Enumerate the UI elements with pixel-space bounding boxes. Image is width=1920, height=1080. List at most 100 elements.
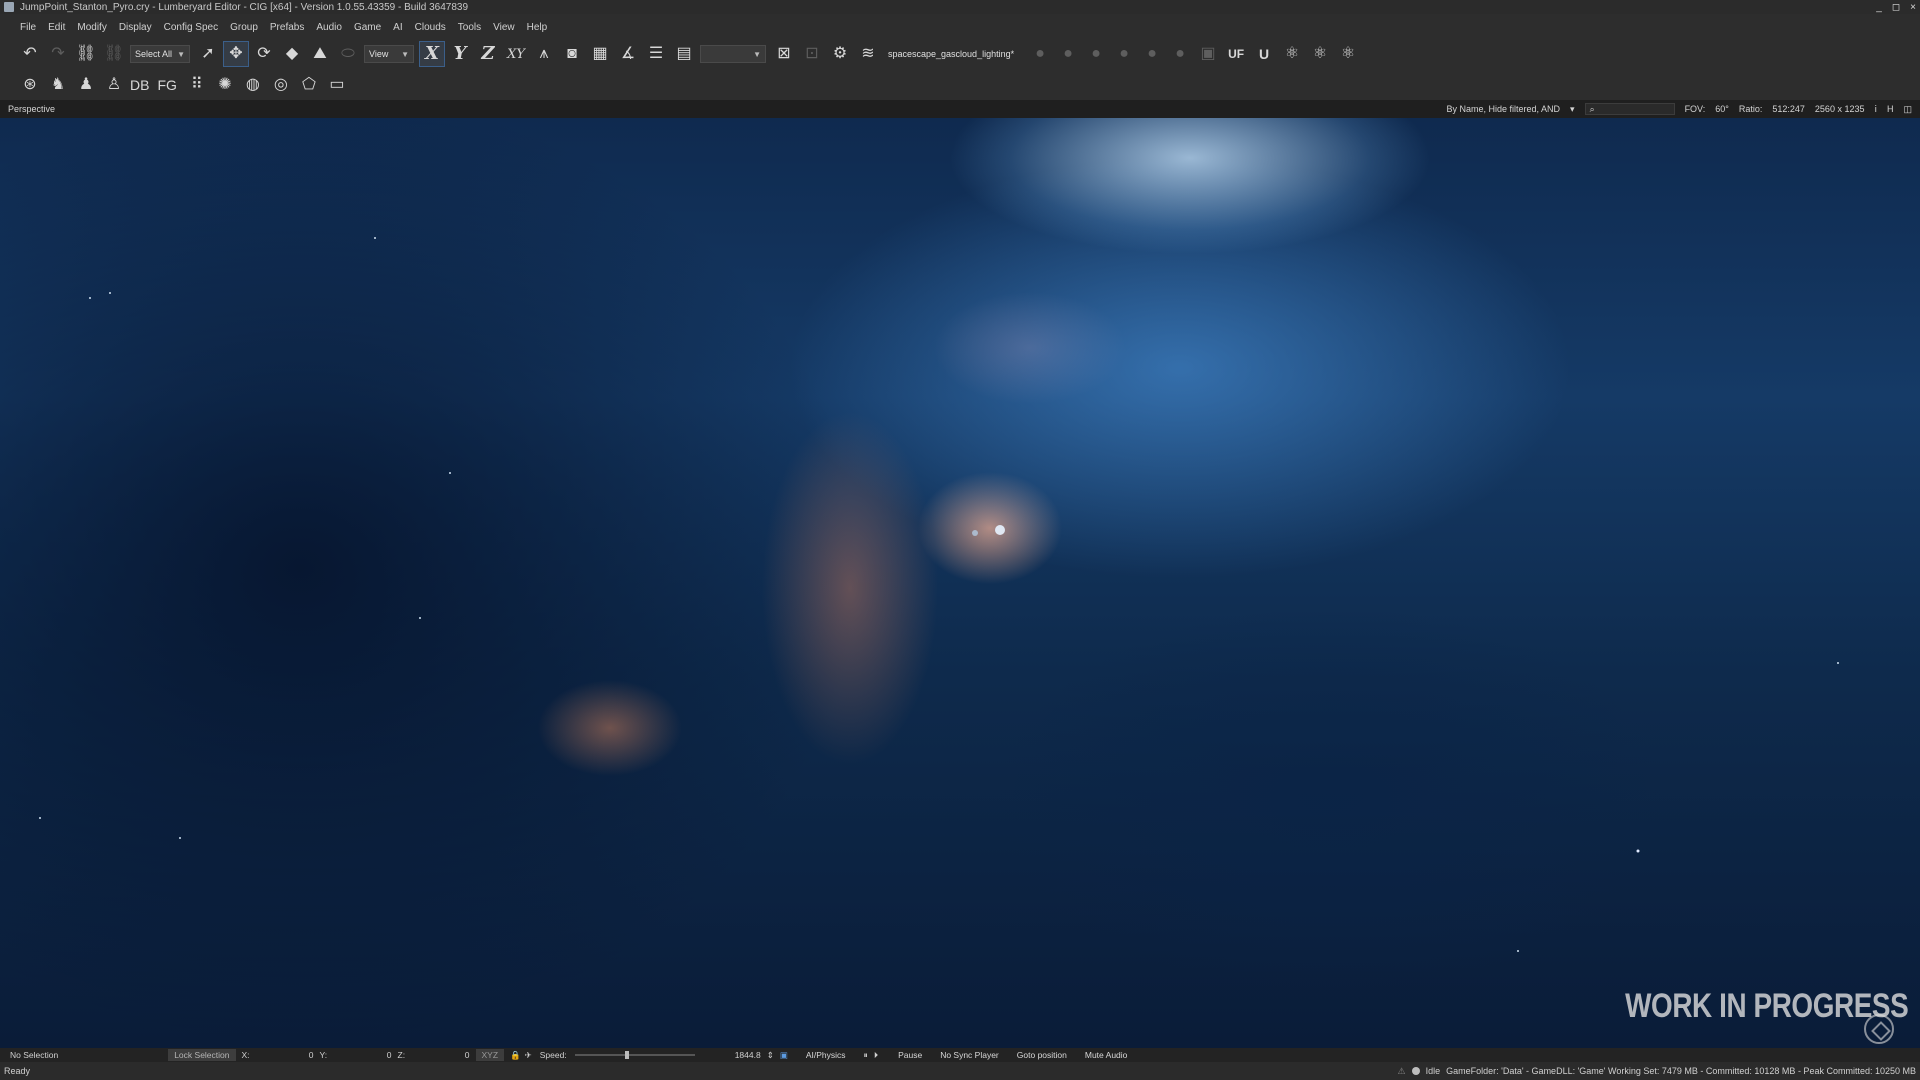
menu-edit[interactable]: Edit xyxy=(48,22,65,33)
axis-xy-button[interactable]: XY xyxy=(504,42,528,66)
link-icon[interactable]: ⛓ xyxy=(74,42,98,66)
redo-icon[interactable]: ↷ xyxy=(46,42,70,66)
goto-position-button[interactable]: Goto position xyxy=(1011,1049,1073,1061)
menu-display[interactable]: Display xyxy=(119,22,152,33)
chevron-down-icon[interactable]: ▾ xyxy=(1570,104,1575,115)
pause-icon[interactable]: ⏸ xyxy=(864,1050,868,1061)
brush-icon-3[interactable]: ● xyxy=(1084,42,1108,66)
align-icon[interactable]: ☰ xyxy=(644,42,668,66)
xyz-button[interactable]: XYZ xyxy=(475,1049,505,1061)
atom-icon-1[interactable]: ⚛ xyxy=(1280,42,1304,66)
person-icon[interactable]: ♙ xyxy=(102,73,126,97)
rotate-icon[interactable]: ⟳ xyxy=(252,42,276,66)
speed-slider-thumb[interactable] xyxy=(625,1051,630,1059)
ratio-value[interactable]: 512:247 xyxy=(1772,104,1805,114)
menu-clouds[interactable]: Clouds xyxy=(415,22,446,33)
3d-viewport[interactable]: WORK IN PROGRESS xyxy=(0,118,1920,1048)
lock-icon[interactable]: 🔒 xyxy=(510,1050,521,1061)
z-value[interactable]: 0 xyxy=(465,1050,470,1060)
layer-filter-select[interactable]: ▼ xyxy=(700,45,766,63)
walk-icon[interactable]: ♟ xyxy=(74,73,98,97)
select-arrow-icon[interactable]: ➚ xyxy=(196,42,220,66)
maximize-viewport-icon[interactable]: ◫ xyxy=(1903,104,1912,115)
globe-icon[interactable]: ◍ xyxy=(241,73,265,97)
brush-icon-6[interactable]: ● xyxy=(1168,42,1192,66)
speed-value[interactable]: 1844.8 xyxy=(735,1050,761,1060)
speed-slider[interactable] xyxy=(574,1051,695,1059)
brush-icon-1[interactable]: ● xyxy=(1028,42,1052,66)
db-button[interactable]: DB xyxy=(130,77,149,93)
menu-prefabs[interactable]: Prefabs xyxy=(270,22,304,33)
minimize-button[interactable]: _ xyxy=(1876,2,1882,13)
axis-y-button[interactable]: Y xyxy=(448,42,472,66)
z-coordinate-field[interactable]: Z: 0 xyxy=(398,1050,476,1060)
menu-ai[interactable]: AI xyxy=(393,22,402,33)
object-snap-icon[interactable]: ⬭ xyxy=(336,42,360,66)
resolution-value[interactable]: 2560 x 1235 xyxy=(1815,104,1865,114)
axis-x-button[interactable]: X xyxy=(419,41,445,67)
lock-selection-button[interactable]: Lock Selection xyxy=(168,1049,236,1061)
layers-icon[interactable]: ≋ xyxy=(856,42,880,66)
x-coordinate-field[interactable]: X: 0 xyxy=(242,1050,320,1060)
grid-icon[interactable]: ▦ xyxy=(588,42,612,66)
menu-group[interactable]: Group xyxy=(230,22,258,33)
brush-icon-4[interactable]: ● xyxy=(1112,42,1136,66)
menu-help[interactable]: Help xyxy=(527,22,548,33)
material-icon[interactable]: ▣ xyxy=(1196,42,1220,66)
uf-button[interactable]: UF xyxy=(1224,42,1248,66)
warning-icon[interactable]: ⚠ xyxy=(1398,1066,1406,1077)
layer-lock-icon[interactable]: ⊡ xyxy=(800,42,824,66)
list-icon[interactable]: ▤ xyxy=(672,42,696,66)
maximize-button[interactable]: ◻ xyxy=(1892,2,1900,13)
target-icon[interactable]: ◎ xyxy=(269,73,293,97)
filter-mode-label[interactable]: By Name, Hide filtered, AND xyxy=(1446,104,1560,114)
sv-icon[interactable]: ⬠ xyxy=(297,73,321,97)
y-coordinate-field[interactable]: Y: 0 xyxy=(320,1050,398,1060)
speed-spinner-icon[interactable]: ⇕ xyxy=(767,1050,774,1061)
mute-audio-button[interactable]: Mute Audio xyxy=(1079,1049,1134,1061)
terrain-snap-icon[interactable]: ⛰ xyxy=(308,42,332,66)
step-icon[interactable]: ⏵ xyxy=(874,1050,878,1061)
menu-config-spec[interactable]: Config Spec xyxy=(164,22,218,33)
close-button[interactable]: × xyxy=(1910,2,1916,13)
fg-button[interactable]: FG xyxy=(157,77,176,93)
fov-value[interactable]: 60° xyxy=(1715,104,1729,114)
menu-tools[interactable]: Tools xyxy=(458,22,481,33)
lifebuoy-icon[interactable]: ⊛ xyxy=(18,73,42,97)
atom-icon-2[interactable]: ⚛ xyxy=(1308,42,1332,66)
camera-speed-icon[interactable]: ✈ xyxy=(525,1050,532,1061)
y-value[interactable]: 0 xyxy=(387,1050,392,1060)
scale-icon[interactable]: ◆ xyxy=(280,42,304,66)
menu-game[interactable]: Game xyxy=(354,22,381,33)
brush-icon-2[interactable]: ● xyxy=(1056,42,1080,66)
reference-coord-select[interactable]: View ▼ xyxy=(364,45,414,63)
undo-icon[interactable]: ↶ xyxy=(18,42,42,66)
grid-dots-icon[interactable]: ⠿ xyxy=(185,73,209,97)
brush-icon-5[interactable]: ● xyxy=(1140,42,1164,66)
menu-modify[interactable]: Modify xyxy=(77,22,106,33)
viewport-mode-label[interactable]: Perspective xyxy=(8,104,55,114)
info-icon[interactable]: ⅰ xyxy=(1874,104,1877,115)
unlink-icon[interactable]: ⛓ xyxy=(102,42,126,66)
menu-audio[interactable]: Audio xyxy=(316,22,342,33)
viewport-search-input[interactable]: ⌕ xyxy=(1584,103,1675,115)
windows-icon[interactable]: ▭ xyxy=(325,73,349,97)
current-layer-label[interactable]: spacescape_gascloud_lighting* xyxy=(888,49,1014,59)
mfx-icon[interactable]: ✺ xyxy=(213,73,237,97)
axis-z-button[interactable]: Z xyxy=(476,42,500,66)
hud-icon[interactable]: H xyxy=(1887,104,1894,114)
pause-button[interactable]: Pause xyxy=(892,1049,928,1061)
angle-snap-icon[interactable]: ∡ xyxy=(616,42,640,66)
menu-file[interactable]: File xyxy=(20,22,36,33)
layer-properties-icon[interactable]: ⊠ xyxy=(772,42,796,66)
monitor-icon[interactable]: ▣ xyxy=(780,1050,788,1061)
atom-icon-3[interactable]: ⚛ xyxy=(1336,42,1360,66)
ai-physics-button[interactable]: AI/Physics xyxy=(800,1049,852,1061)
terrain-align-icon[interactable]: ⩚ xyxy=(532,42,556,66)
move-icon[interactable]: ✥ xyxy=(223,41,249,67)
u-button[interactable]: U xyxy=(1252,42,1276,66)
camera-icon[interactable]: ◙ xyxy=(560,42,584,66)
selection-mask-select[interactable]: Select All ▼ xyxy=(130,45,190,63)
physics-icon[interactable]: ⚙ xyxy=(828,42,852,66)
no-sync-player-button[interactable]: No Sync Player xyxy=(934,1049,1005,1061)
